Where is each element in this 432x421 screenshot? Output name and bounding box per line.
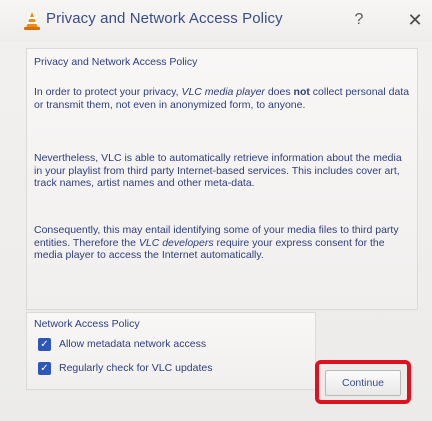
allow-metadata-checkbox[interactable]: ✓ bbox=[38, 337, 51, 351]
close-button[interactable]: ✕ bbox=[404, 8, 426, 32]
window-title: Privacy and Network Access Policy bbox=[46, 10, 283, 27]
title-bar[interactable]: Privacy and Network Access Policy ? ✕ bbox=[0, 0, 432, 42]
check-updates-label: Regularly check for VLC updates bbox=[59, 362, 213, 374]
privacy-paragraph-3: Consequently, this may entail identifyin… bbox=[34, 224, 399, 261]
check-updates-checkbox[interactable]: ✓ bbox=[38, 361, 51, 375]
help-button[interactable]: ? bbox=[350, 8, 368, 32]
allow-metadata-checkbox-row[interactable]: ✓ Allow metadata network access bbox=[38, 336, 206, 352]
privacy-paragraph-2: Nevertheless, VLC is able to automatical… bbox=[34, 152, 402, 189]
vlc-cone-icon bbox=[24, 12, 40, 30]
allow-metadata-label: Allow metadata network access bbox=[59, 338, 207, 350]
network-section-title: Network Access Policy bbox=[34, 318, 140, 330]
check-updates-checkbox-row[interactable]: ✓ Regularly check for VLC updates bbox=[38, 360, 213, 376]
privacy-paragraph-1: In order to protect your privacy, VLC me… bbox=[34, 86, 410, 111]
continue-highlight-box bbox=[315, 360, 411, 404]
privacy-section-title: Privacy and Network Access Policy bbox=[34, 56, 198, 68]
privacy-dialog: Privacy and Network Access Policy ? ✕ Pr… bbox=[0, 0, 432, 421]
